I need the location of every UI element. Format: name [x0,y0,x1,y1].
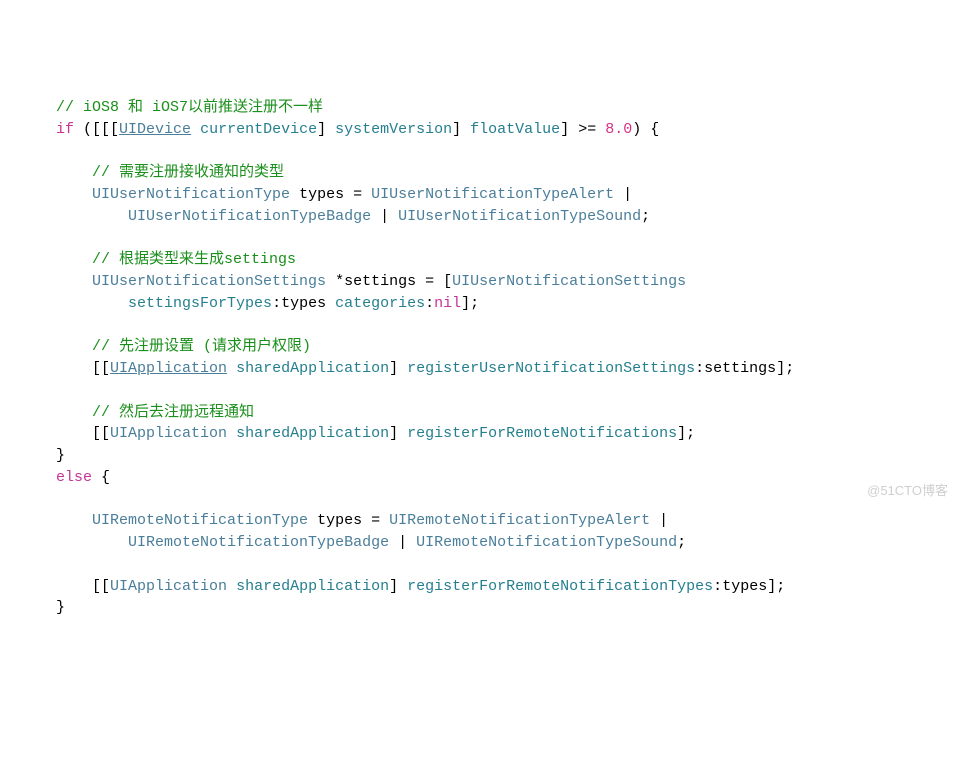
method-settingsForTypes: settingsForTypes [128,295,272,312]
method-sharedApplication: sharedApplication [236,578,389,595]
method-sharedApplication: sharedApplication [236,425,389,442]
method-registerUserNotificationSettings: registerUserNotificationSettings [407,360,695,377]
class-alert: UIUserNotificationTypeAlert [371,186,614,203]
watermark: @51CTO博客 [867,482,948,501]
comment: // 根据类型来生成settings [92,251,296,268]
comment: // 需要注册接收通知的类型 [92,164,284,181]
method-registerForRemoteNotificationTypes: registerForRemoteNotificationTypes [407,578,713,595]
var-settings: settings [344,273,416,290]
method-systemVersion: systemVersion [335,121,452,138]
class-remote-type: UIRemoteNotificationType [92,512,308,529]
class-settings: UIUserNotificationSettings [452,273,686,290]
keyword-if: if [56,121,74,138]
class-sound: UIUserNotificationTypeSound [398,208,641,225]
class-uiapplication: UIApplication [110,360,227,377]
var-types: types [281,295,326,312]
class-remote-alert: UIRemoteNotificationTypeAlert [389,512,650,529]
class-remote-badge: UIRemoteNotificationTypeBadge [128,534,389,551]
class-uiapplication: UIApplication [110,425,227,442]
method-currentDevice: currentDevice [200,121,317,138]
method-categories: categories [335,295,425,312]
class-uidevice: UIDevice [119,121,191,138]
method-registerForRemoteNotifications: registerForRemoteNotifications [407,425,677,442]
var-types: types [317,512,362,529]
method-floatValue: floatValue [470,121,560,138]
class-remote-sound: UIRemoteNotificationTypeSound [416,534,677,551]
keyword-nil: nil [434,295,461,312]
var-types: types [299,186,344,203]
keyword-else: else [56,469,92,486]
number-8: 8.0 [605,121,632,138]
code-block: // iOS8 和 iOS7以前推送注册不一样 if ([[[UIDevice … [20,97,938,619]
var-types: types [722,578,767,595]
comment: // 然后去注册远程通知 [92,404,254,421]
class-types: UIUserNotificationType [92,186,290,203]
class-badge: UIUserNotificationTypeBadge [128,208,371,225]
method-sharedApplication: sharedApplication [236,360,389,377]
comment: // iOS8 和 iOS7以前推送注册不一样 [56,99,323,116]
var-settings: settings [704,360,776,377]
class-uiapplication: UIApplication [110,578,227,595]
comment: // 先注册设置 (请求用户权限) [92,338,311,355]
class-settings: UIUserNotificationSettings [92,273,326,290]
